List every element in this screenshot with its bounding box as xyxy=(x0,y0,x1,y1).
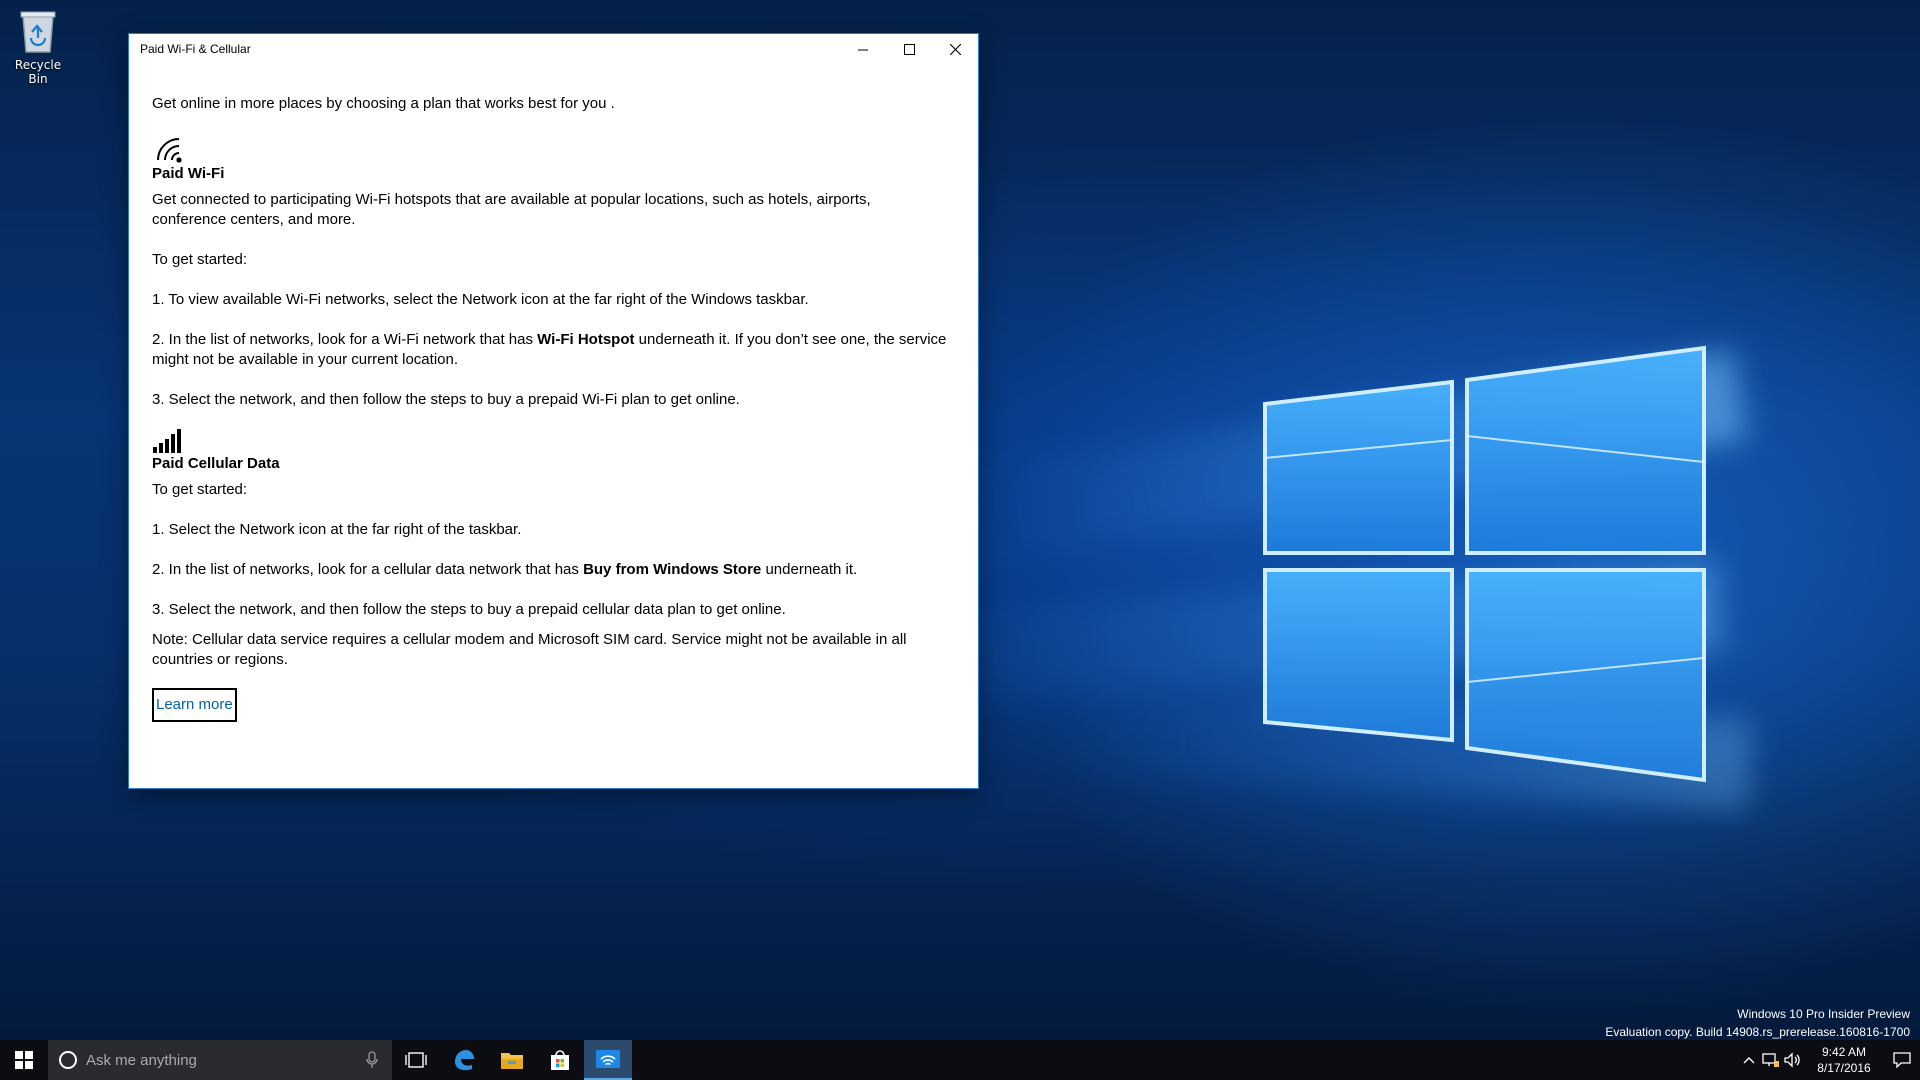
file-explorer-button[interactable] xyxy=(488,1040,536,1080)
file-explorer-icon xyxy=(501,1053,523,1069)
cellular-step-2-text: 2. In the list of networks, look for a c… xyxy=(152,561,584,578)
action-center-button[interactable] xyxy=(1884,1052,1920,1068)
edge-icon xyxy=(455,1050,474,1071)
paid-wifi-app-button[interactable] xyxy=(584,1040,632,1080)
wifi-step-2-text: 2. In the list of networks, look for a W… xyxy=(152,331,538,348)
search-placeholder: Ask me anything xyxy=(86,1051,197,1069)
volume-icon xyxy=(1784,1052,1800,1068)
windows-start-icon xyxy=(15,1051,33,1069)
build-watermark: Windows 10 Pro Insider Preview Evaluatio… xyxy=(1605,1005,1910,1040)
wifi-step-1: 1. To view available Wi-Fi networks, sel… xyxy=(152,291,809,308)
cellular-step-2: 2. In the list of networks, look for a c… xyxy=(152,560,948,580)
buy-from-store-term: Buy from Windows Store xyxy=(583,561,762,578)
microphone-button[interactable] xyxy=(352,1051,392,1069)
cellular-step-3: 3. Select the network, and then follow t… xyxy=(152,601,786,618)
paid-wifi-heading: Paid Wi-Fi xyxy=(152,165,225,182)
maximize-icon xyxy=(903,43,915,55)
store-button[interactable] xyxy=(536,1040,584,1080)
maximize-button[interactable] xyxy=(886,34,932,64)
cellular-note: Note: Cellular data service requires a c… xyxy=(152,631,907,668)
network-tray-button[interactable] xyxy=(1760,1052,1782,1068)
recycle-bin-label: Recycle Bin xyxy=(14,58,62,86)
wifi-getting-started: To get started: xyxy=(152,251,248,268)
taskbar-clock[interactable]: 9:42 AM 8/17/2016 xyxy=(1804,1044,1884,1076)
title-bar[interactable]: Paid Wi-Fi & Cellular xyxy=(129,34,978,64)
wifi-hotspot-term: Wi-Fi Hotspot xyxy=(537,331,635,348)
show-hidden-icons-button[interactable] xyxy=(1738,1056,1760,1064)
clock-time: 9:42 AM xyxy=(1821,1045,1867,1059)
close-button[interactable] xyxy=(932,34,978,64)
wifi-step-3: 3. Select the network, and then follow t… xyxy=(152,391,740,408)
task-view-icon xyxy=(405,1052,427,1068)
wifi-step-2: 2. In the list of networks, look for a W… xyxy=(152,330,948,370)
recycle-bin-icon xyxy=(20,11,56,53)
store-icon xyxy=(551,1050,569,1070)
cellular-getting-started: To get started: xyxy=(152,481,248,498)
intro-text: Get online in more places by choosing a … xyxy=(152,95,615,112)
desktop-icon-recycle-bin[interactable]: Recycle Bin xyxy=(4,8,72,86)
clock-date: 8/17/2016 xyxy=(1817,1061,1871,1075)
task-view-button[interactable] xyxy=(392,1040,440,1080)
cellular-step-1: 1. Select the Network icon at the far ri… xyxy=(152,521,522,538)
wifi-icon xyxy=(157,138,182,163)
caption-buttons xyxy=(840,34,978,64)
microphone-icon xyxy=(366,1051,378,1068)
action-center-icon xyxy=(1893,1052,1911,1068)
cellular-step-2-rest: underneath it. xyxy=(761,561,858,578)
paid-wifi-description: Get connected to participating Wi-Fi hot… xyxy=(152,191,871,228)
edge-button[interactable] xyxy=(440,1040,488,1080)
paid-wifi-app-icon xyxy=(596,1050,620,1068)
chevron-up-icon xyxy=(1743,1057,1755,1064)
minimize-button[interactable] xyxy=(840,34,886,64)
window-title: Paid Wi-Fi & Cellular xyxy=(140,42,251,56)
windows-logo-wallpaper xyxy=(1263,345,1706,783)
window-content: Get online in more places by choosing a … xyxy=(129,64,978,722)
paid-wifi-cellular-window: Paid Wi-Fi & Cellular Get online in more… xyxy=(128,33,979,789)
watermark-build: Evaluation copy. Build 14908.rs_prerelea… xyxy=(1605,1025,1910,1039)
watermark-edition: Windows 10 Pro Insider Preview xyxy=(1737,1007,1910,1021)
minimize-icon xyxy=(857,49,868,50)
taskbar: Ask me anything 9:42 AM 8/17/2016 xyxy=(0,1040,1920,1080)
volume-tray-button[interactable] xyxy=(1782,1052,1804,1068)
close-icon xyxy=(949,43,961,55)
cortana-icon xyxy=(59,1051,77,1069)
learn-more-link[interactable]: Learn more xyxy=(152,688,237,722)
start-button[interactable] xyxy=(0,1040,48,1080)
network-icon xyxy=(1762,1053,1779,1067)
paid-cellular-heading: Paid Cellular Data xyxy=(152,455,280,472)
system-tray: 9:42 AM 8/17/2016 xyxy=(1738,1040,1920,1080)
cortana-search-box[interactable]: Ask me anything xyxy=(48,1040,392,1080)
cellular-signal-icon xyxy=(153,429,181,453)
